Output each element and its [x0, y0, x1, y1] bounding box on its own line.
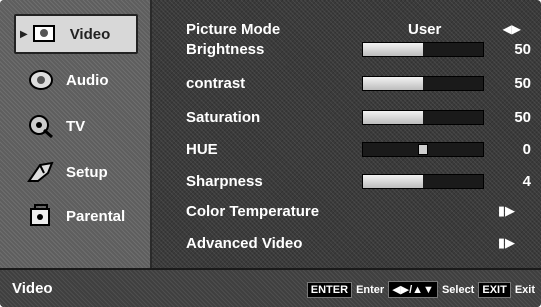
exit-key: EXIT	[478, 281, 511, 298]
saturation-value: 50	[514, 108, 531, 126]
saturation-row[interactable]: Saturation 50	[186, 106, 531, 128]
left-right-arrows-icon[interactable]: ◀▶	[503, 22, 521, 36]
hue-row[interactable]: HUE 0	[186, 138, 531, 160]
select-hint: Select	[441, 283, 475, 296]
sharpness-row[interactable]: Sharpness 4	[186, 170, 531, 192]
sidebar: ▶ Video Audio TV Setup Parental	[0, 0, 152, 270]
picture-mode-value: User	[408, 20, 442, 38]
contrast-row[interactable]: contrast 50	[186, 72, 531, 94]
sidebar-item-parental[interactable]: Parental	[10, 198, 148, 234]
setup-icon	[24, 157, 58, 187]
submenu-arrow-icon: ▮▶	[497, 235, 515, 250]
color-temperature-row[interactable]: Color Temperature ▮▶	[186, 200, 531, 222]
sidebar-item-label: TV	[66, 117, 86, 135]
sidebar-item-label: Video	[69, 25, 111, 43]
brightness-value: 50	[514, 40, 531, 58]
picture-mode-row[interactable]: Picture Mode User ◀▶	[186, 18, 531, 40]
tv-icon	[24, 111, 58, 141]
color-temperature-label: Color Temperature	[186, 202, 320, 220]
tv-osd-menu: ▶ Video Audio TV Setup Parental Picture …	[0, 0, 541, 307]
status-title: Video	[12, 280, 53, 297]
contrast-value: 50	[514, 74, 531, 92]
key-hints: ENTER Enter ◀▶/▲▼ Select EXIT Exit	[306, 281, 535, 298]
advanced-video-label: Advanced Video	[186, 234, 303, 252]
sidebar-item-label: Audio	[66, 71, 109, 89]
sidebar-item-label: Setup	[66, 163, 108, 181]
brightness-row[interactable]: Brightness 50	[186, 38, 531, 60]
submenu-arrow-icon: ▮▶	[497, 203, 515, 218]
enter-key: ENTER	[306, 281, 353, 298]
enter-hint: Enter	[356, 283, 385, 296]
status-bar: Video ENTER Enter ◀▶/▲▼ Select EXIT Exit	[0, 268, 541, 307]
parental-icon	[24, 201, 58, 231]
hue-value: 0	[522, 140, 531, 158]
video-icon	[28, 19, 62, 49]
exit-hint: Exit	[514, 283, 535, 296]
brightness-slider[interactable]	[362, 41, 484, 57]
navigate-arrows-icon: ◀▶/▲▼	[388, 281, 438, 298]
sidebar-item-setup[interactable]: Setup	[10, 154, 148, 190]
picture-mode-label: Picture Mode	[186, 20, 281, 38]
sidebar-item-tv[interactable]: TV	[10, 108, 148, 144]
sidebar-item-video[interactable]: ▶ Video	[14, 14, 138, 54]
contrast-slider[interactable]	[362, 75, 484, 91]
pointer-arrow-icon: ▶	[20, 28, 28, 40]
sharpness-value: 4	[522, 172, 531, 190]
sharpness-slider[interactable]	[362, 173, 484, 189]
audio-icon	[24, 65, 58, 95]
sidebar-item-audio[interactable]: Audio	[10, 62, 148, 98]
settings-panel: Picture Mode User ◀▶ Brightness 50 contr…	[152, 0, 541, 270]
hue-slider[interactable]	[362, 141, 484, 157]
sidebar-item-label: Parental	[66, 207, 126, 225]
saturation-slider[interactable]	[362, 109, 484, 125]
advanced-video-row[interactable]: Advanced Video ▮▶	[186, 232, 531, 254]
